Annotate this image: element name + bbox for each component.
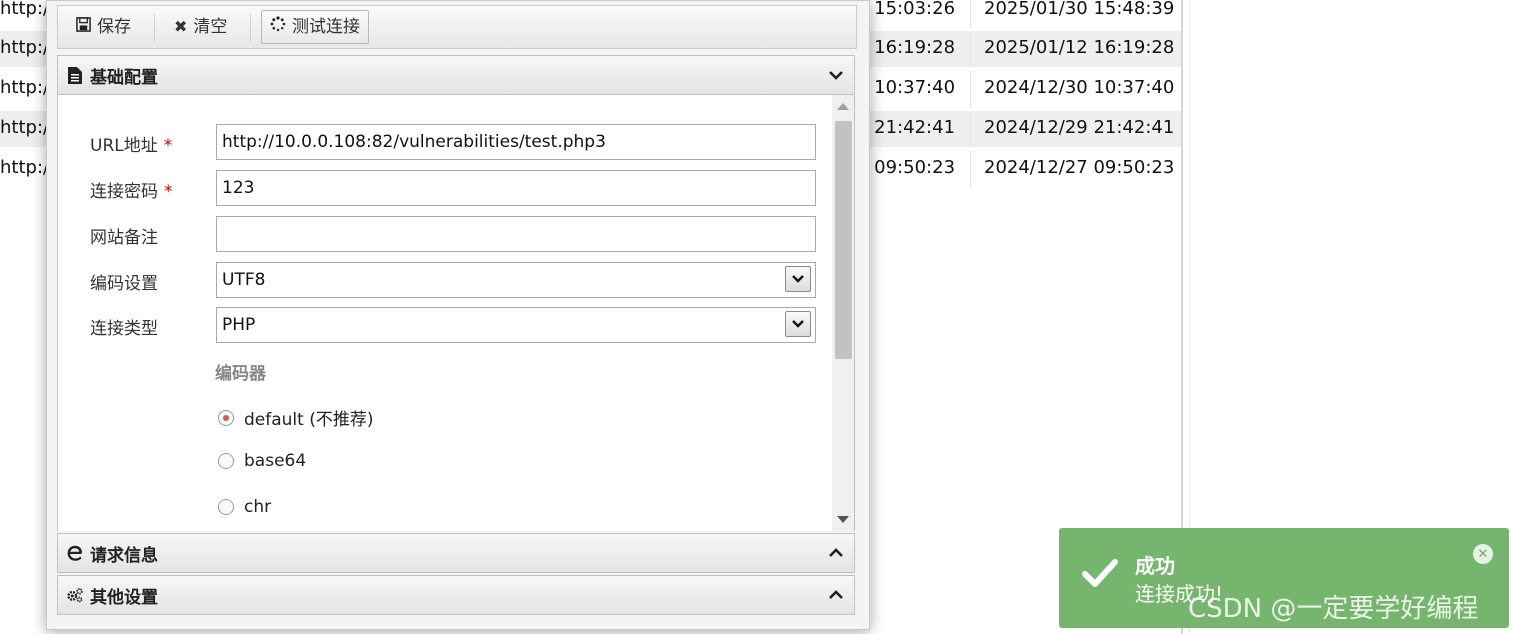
table-cell-modified: 2025/01/12 16:19:28 <box>984 37 1175 58</box>
table-cell-modified: 2024/12/29 21:42:41 <box>984 117 1175 138</box>
clear-button[interactable]: ✖ 清空 <box>166 10 235 44</box>
watermark: CSDN @一定要学好编程 <box>1188 594 1479 624</box>
password-input[interactable]: 123 <box>216 170 816 206</box>
chevron-down-icon[interactable] <box>828 66 844 85</box>
table-cell-modified: 2025/01/30 15:48:39 <box>984 0 1175 19</box>
column-divider <box>970 71 971 107</box>
column-divider <box>970 151 971 187</box>
x-icon: ✖ <box>174 17 188 36</box>
chevron-down-icon[interactable] <box>785 311 811 337</box>
section-request-header[interactable]: 请求信息 <box>57 533 855 573</box>
toolbar: 保存 ✖ 清空 测试连接 <box>57 5 857 49</box>
column-divider <box>970 0 971 28</box>
section-basic-header[interactable]: 基础配置 <box>57 55 855 95</box>
table-cell-url: http:/ <box>0 0 50 19</box>
encoding-value: UTF8 <box>222 270 266 290</box>
section-request-label: 请求信息 <box>90 545 158 566</box>
required-mark: * <box>163 136 173 156</box>
type-label: 连接类型 <box>90 319 158 339</box>
chevron-up-icon[interactable] <box>828 544 844 563</box>
type-value: PHP <box>222 315 256 335</box>
type-select[interactable]: PHP <box>216 307 816 343</box>
section-other-header[interactable]: 其他设置 <box>57 575 855 615</box>
section-other-label: 其他设置 <box>90 587 158 608</box>
basic-config-form: URL地址 * http://10.0.0.108:82/vulnerabilit… <box>57 95 855 531</box>
floppy-disk-icon <box>76 10 91 44</box>
close-icon[interactable]: ✕ <box>1473 544 1493 564</box>
encoding-select[interactable]: UTF8 <box>216 262 816 298</box>
test-connection-label: 测试连接 <box>292 17 360 37</box>
encoder-option-default[interactable]: default (不推荐) <box>218 405 373 430</box>
document-icon <box>66 66 84 84</box>
table-cell-created: 2 16:19:28 <box>857 37 956 58</box>
chevron-down-icon[interactable] <box>785 266 811 292</box>
url-label: URL地址 * <box>90 136 173 156</box>
radio-icon[interactable] <box>218 453 234 469</box>
encoding-label: 编码设置 <box>90 274 158 294</box>
encoder-option-label: chr <box>244 497 272 517</box>
column-divider <box>970 31 971 67</box>
radio-icon[interactable] <box>218 499 234 515</box>
chevron-up-icon[interactable] <box>828 586 844 605</box>
encoder-option-chr[interactable]: chr <box>218 497 271 517</box>
table-cell-created: 9 21:42:41 <box>857 117 956 138</box>
table-cell-url: http:/ <box>0 37 50 58</box>
encoder-option-label: default (不推荐) <box>244 410 374 430</box>
section-basic-label: 基础配置 <box>90 67 158 88</box>
table-cell-modified: 2024/12/27 09:50:23 <box>984 157 1175 178</box>
save-label: 保存 <box>97 17 131 37</box>
table-cell-modified: 2024/12/30 10:37:40 <box>984 77 1175 98</box>
gears-icon <box>66 586 84 604</box>
spinner-icon <box>270 10 286 44</box>
clear-label: 清空 <box>193 17 228 37</box>
toast-title: 成功 <box>1135 554 1175 578</box>
checkmark-icon <box>1081 558 1119 593</box>
table-cell-created: 0 10:37:40 <box>857 77 956 98</box>
encoder-option-base64[interactable]: base64 <box>218 451 306 471</box>
table-cell-url: http:/ <box>0 117 50 138</box>
toolbar-divider <box>250 14 251 42</box>
note-label: 网站备注 <box>90 228 158 248</box>
password-label: 连接密码 * <box>90 182 173 202</box>
required-mark: * <box>164 182 173 202</box>
radio-selected-icon[interactable] <box>218 409 234 426</box>
url-input[interactable]: http://10.0.0.108:82/vulnerabilities/tes… <box>216 124 816 160</box>
encoder-option-label: base64 <box>244 451 307 471</box>
connection-dialog: 保存 ✖ 清空 测试连接 基础配置 URL地址 * http://10.0.0.… <box>46 0 870 630</box>
save-button[interactable]: 保存 <box>68 10 139 44</box>
scroll-thumb[interactable] <box>835 121 852 359</box>
ie-icon <box>66 544 84 562</box>
table-cell-url: http:/ <box>0 157 50 178</box>
encoder-title: 编码器 <box>215 364 266 384</box>
scroll-up-arrow-icon[interactable] <box>837 103 849 110</box>
note-input[interactable] <box>216 216 816 252</box>
table-cell-url: http:/ <box>0 77 50 98</box>
form-scrollbar[interactable] <box>832 95 854 531</box>
test-connection-button[interactable]: 测试连接 <box>261 10 369 44</box>
table-cell-created: 0 15:03:26 <box>857 0 956 19</box>
toolbar-divider <box>154 14 155 42</box>
scroll-down-arrow-icon[interactable] <box>837 516 849 523</box>
column-divider <box>970 111 971 147</box>
table-cell-created: 7 09:50:23 <box>857 157 956 178</box>
